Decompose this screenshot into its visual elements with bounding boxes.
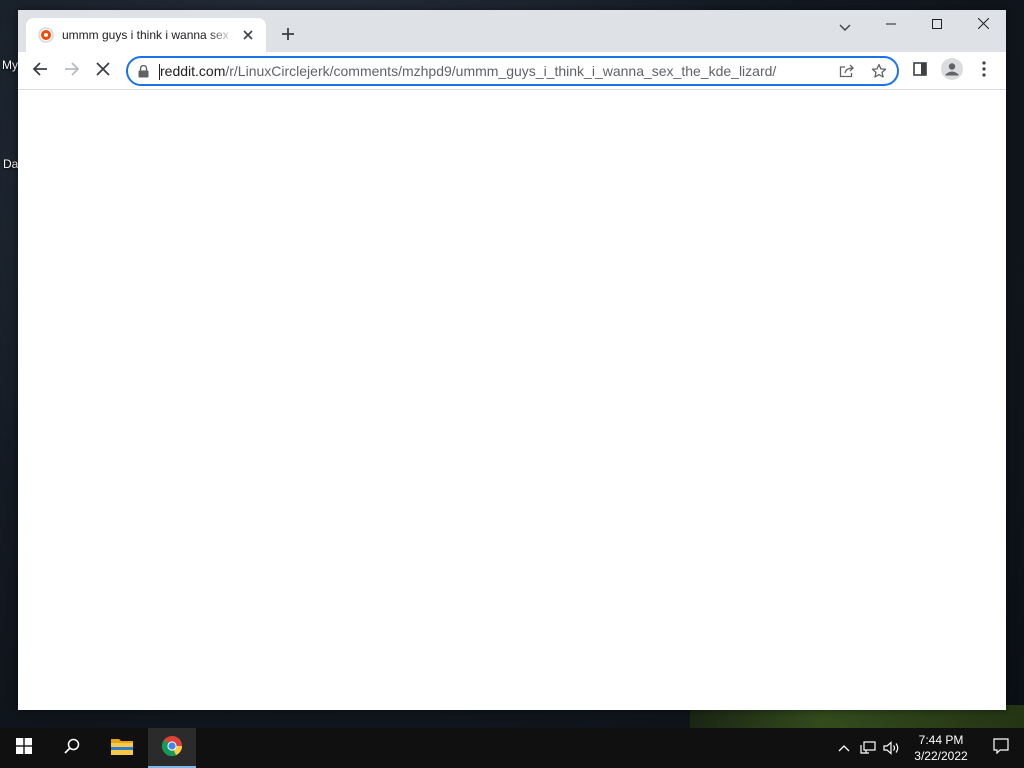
back-arrow-icon <box>32 61 48 82</box>
desktop-icon-label-da[interactable]: Da <box>3 157 18 171</box>
network-icon[interactable] <box>856 728 880 768</box>
menu-button[interactable] <box>970 57 998 85</box>
chevron-down-icon <box>839 19 851 37</box>
tab-title: ummm guys i think i wanna sex the kde li… <box>62 28 234 42</box>
text-caret <box>159 64 160 80</box>
taskbar-search-button[interactable] <box>48 728 96 768</box>
profile-button[interactable] <box>938 57 966 85</box>
close-icon <box>977 16 989 34</box>
close-window-button[interactable] <box>960 10 1006 40</box>
file-explorer-button[interactable] <box>98 728 146 768</box>
desktop-icon-label-my[interactable]: My <box>2 58 18 72</box>
stop-loading-icon <box>96 61 110 81</box>
address-bar[interactable]: reddit.com/r/LinuxCirclejerk/comments/mz… <box>126 56 899 86</box>
notification-center-button[interactable] <box>978 728 1024 768</box>
lock-icon[interactable] <box>138 64 150 78</box>
back-button[interactable] <box>26 57 54 85</box>
page-viewport[interactable] <box>18 90 1006 710</box>
tab-search-button[interactable] <box>833 16 857 40</box>
browser-window: ummm guys i think i wanna sex the kde li… <box>18 10 1006 710</box>
volume-icon[interactable] <box>880 728 904 768</box>
file-explorer-icon <box>110 736 134 761</box>
url-path: /r/LinuxCirclejerk/comments/mzhpd9/ummm_… <box>225 63 777 79</box>
search-icon <box>64 738 80 759</box>
star-icon[interactable] <box>867 60 891 82</box>
window-controls <box>868 10 1006 42</box>
maximize-icon <box>932 16 942 34</box>
url-text: reddit.com/r/LinuxCirclejerk/comments/mz… <box>159 63 777 80</box>
profile-icon <box>941 57 963 85</box>
minimize-icon <box>886 16 896 34</box>
url-host: reddit.com <box>160 63 226 79</box>
clock-time: 7:44 PM <box>918 733 964 747</box>
windows-start-icon <box>16 737 32 759</box>
chrome-icon <box>161 735 183 762</box>
side-panel-button[interactable] <box>906 57 934 85</box>
maximize-button[interactable] <box>914 10 960 40</box>
taskbar: 7:44 PM 3/22/2022 <box>0 728 1024 768</box>
forward-button[interactable] <box>58 57 86 85</box>
tab-close-icon[interactable] <box>240 27 256 43</box>
taskbar-clock[interactable]: 7:44 PM 3/22/2022 <box>904 732 978 764</box>
chrome-taskbar-button[interactable] <box>148 728 196 768</box>
tab-strip: ummm guys i think i wanna sex the kde li… <box>18 10 1006 52</box>
tab-active[interactable]: ummm guys i think i wanna sex the kde li… <box>26 18 266 52</box>
clock-date: 3/22/2022 <box>914 749 968 763</box>
reddit-favicon-icon <box>38 27 54 43</box>
plus-icon <box>281 27 295 46</box>
new-tab-button[interactable] <box>276 24 300 48</box>
chevron-up-icon[interactable] <box>832 728 856 768</box>
kebab-menu-icon <box>982 60 986 82</box>
system-tray: 7:44 PM 3/22/2022 <box>832 728 1024 768</box>
browser-toolbar: reddit.com/r/LinuxCirclejerk/comments/mz… <box>18 52 1006 90</box>
start-button[interactable] <box>0 728 48 768</box>
share-icon[interactable] <box>835 60 859 82</box>
omnibox-actions <box>827 60 891 82</box>
notification-icon <box>993 737 1009 759</box>
stop-button[interactable] <box>89 57 117 85</box>
side-panel-icon <box>913 61 927 81</box>
forward-arrow-icon <box>64 61 80 82</box>
minimize-button[interactable] <box>868 10 914 40</box>
